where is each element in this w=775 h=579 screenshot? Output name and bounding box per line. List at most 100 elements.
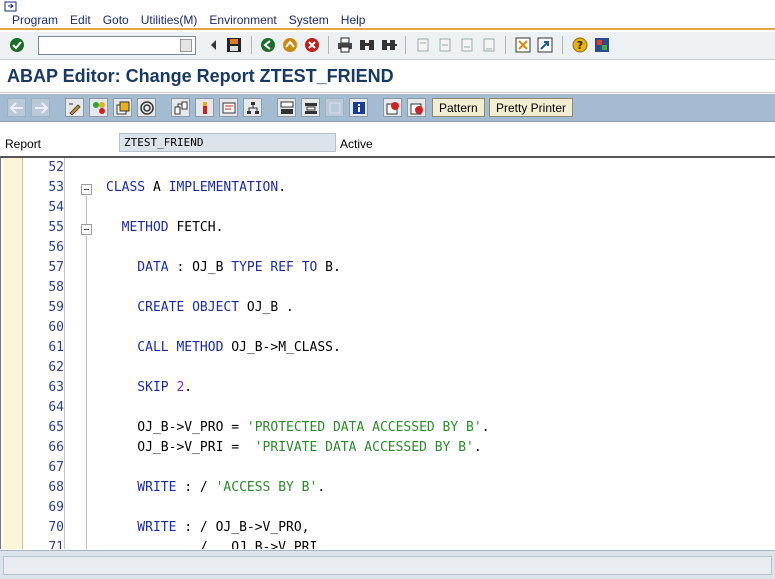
yellow-up-icon[interactable] xyxy=(282,37,298,53)
code-line[interactable]: CALL METHOD OJ_B->M_CLASS. xyxy=(106,340,341,355)
menu-environment[interactable]: Environment xyxy=(209,13,276,27)
upload-icon[interactable] xyxy=(383,98,402,117)
line-number: 53 xyxy=(48,180,64,195)
code-line[interactable]: WRITE : / OJ_B->V_PRO, xyxy=(106,520,309,535)
breakpoint-gutter[interactable] xyxy=(3,158,23,549)
menu-program[interactable]: Program xyxy=(12,13,58,27)
svg-text:?: ? xyxy=(577,39,583,52)
code-line[interactable]: OJ_B->V_PRO = 'PROTECTED DATA ACCESSED B… xyxy=(106,420,490,435)
code-token: . xyxy=(278,180,287,195)
command-field[interactable] xyxy=(38,36,196,55)
module-icon[interactable] xyxy=(301,98,320,117)
customize-layout-icon[interactable] xyxy=(594,37,610,53)
menu-edit[interactable]: Edit xyxy=(70,13,91,27)
code-token: 'ACCESS BY B' xyxy=(215,480,318,495)
code-token: : / xyxy=(184,480,216,495)
code-token: WRITE xyxy=(106,480,185,495)
page-title: ABAP Editor: Change Report ZTEST_FRIEND xyxy=(7,66,394,86)
code-line[interactable]: / OJ_B->V_PRI. xyxy=(106,540,325,549)
floppy-icon[interactable] xyxy=(226,37,242,53)
code-token: OJ_B->M_CLASS. xyxy=(231,340,341,355)
code-editor[interactable]: 52 53 54 55 56 57 58 59 60 61 62 63 64 65 66 67 68 69 70 71… xyxy=(0,156,775,549)
code-token: TYPE REF TO xyxy=(231,260,326,275)
display-change-icon[interactable] xyxy=(65,98,84,117)
line-number: 52 xyxy=(48,160,64,175)
line-number: 56 xyxy=(48,240,64,255)
fold-guide xyxy=(86,196,87,224)
collapse-left-icon[interactable] xyxy=(206,37,222,53)
code-token: / OJ_B->V_PRI. xyxy=(106,540,326,549)
code-token: CREATE OBJECT xyxy=(106,300,247,315)
code-token: METHOD xyxy=(106,220,177,235)
hierarchy-icon[interactable] xyxy=(243,98,262,117)
line-number: 65 xyxy=(48,420,64,435)
code-line[interactable]: DATA : OJ_B TYPE REF TO B. xyxy=(106,260,341,275)
line-number: 62 xyxy=(48,360,64,375)
title-bar: ABAP Editor: Change Report ZTEST_FRIEND xyxy=(0,61,775,93)
where-used-icon[interactable] xyxy=(171,98,190,117)
other-object-icon[interactable] xyxy=(113,98,132,117)
report-header: Report ZTEST_FRIEND Active xyxy=(0,130,775,154)
last-page-icon[interactable] xyxy=(481,37,497,53)
green-circle-arrow-icon[interactable] xyxy=(260,37,276,53)
code-line[interactable]: OJ_B->V_PRI = 'PRIVATE DATA ACCESSED BY … xyxy=(106,440,481,455)
line-number: 68 xyxy=(48,480,64,495)
next-page-icon[interactable] xyxy=(459,37,475,53)
system-menu-icon[interactable] xyxy=(4,1,18,13)
code-token: . xyxy=(184,380,193,395)
code-line[interactable]: CREATE OBJECT OJ_B . xyxy=(106,300,294,315)
fold-toggle-icon[interactable] xyxy=(81,184,92,195)
breakpoint-icon[interactable] xyxy=(277,98,296,117)
line-number: 58 xyxy=(48,280,64,295)
help-icon[interactable]: ? xyxy=(572,37,588,53)
create-session-icon[interactable] xyxy=(515,37,531,53)
menu-goto[interactable]: Goto xyxy=(103,13,129,27)
code-token: . xyxy=(317,480,326,495)
line-number: 66 xyxy=(48,440,64,455)
pattern-button[interactable]: Pattern xyxy=(432,98,485,117)
active-inactive-icon[interactable] xyxy=(89,98,108,117)
code-line[interactable]: METHOD FETCH. xyxy=(106,220,224,235)
code-token: . xyxy=(481,420,490,435)
download-icon[interactable] xyxy=(407,98,426,117)
code-token: DATA xyxy=(106,260,177,275)
pretty-printer-button[interactable]: Pretty Printer xyxy=(489,98,574,117)
first-page-icon[interactable] xyxy=(415,37,431,53)
line-number: 59 xyxy=(48,300,64,315)
find-next-icon[interactable] xyxy=(381,37,397,53)
code-token: OJ_B . xyxy=(246,300,294,315)
activate-icon[interactable] xyxy=(195,98,214,117)
line-number: 64 xyxy=(48,400,64,415)
disabled-frame-icon[interactable] xyxy=(325,98,344,117)
code-token: FETCH. xyxy=(176,220,224,235)
command-input[interactable] xyxy=(39,37,175,54)
status-message xyxy=(3,556,772,575)
line-number: 60 xyxy=(48,320,64,335)
shortcut-icon[interactable] xyxy=(537,37,553,53)
find-icon[interactable] xyxy=(359,37,375,53)
menu-system[interactable]: System xyxy=(289,13,329,27)
menu-help[interactable]: Help xyxy=(341,13,366,27)
check-icon[interactable] xyxy=(9,37,25,53)
line-number: 63 xyxy=(48,380,64,395)
info-icon[interactable] xyxy=(349,98,368,117)
check-syntax-icon[interactable] xyxy=(137,98,156,117)
command-history-icon[interactable] xyxy=(180,39,192,52)
code-token: WRITE xyxy=(106,520,185,535)
code-token: OJ_B->V_PRO = xyxy=(106,420,247,435)
back-arrow-icon[interactable] xyxy=(7,98,26,117)
forward-arrow-icon[interactable] xyxy=(31,98,50,117)
code-token: A xyxy=(152,180,169,195)
line-number: 54 xyxy=(48,200,64,215)
test-icon[interactable] xyxy=(219,98,238,117)
fold-toggle-icon[interactable] xyxy=(81,224,92,235)
report-label: Report xyxy=(5,137,42,151)
red-x-icon[interactable] xyxy=(304,37,320,53)
previous-page-icon[interactable] xyxy=(437,37,453,53)
code-line[interactable]: SKIP 2. xyxy=(106,380,192,395)
menu-utilities[interactable]: Utilities(M) xyxy=(141,13,198,27)
code-line[interactable]: CLASS A IMPLEMENTATION. xyxy=(106,180,286,195)
application-toolbar: Pattern Pretty Printer xyxy=(0,94,775,122)
code-line[interactable]: WRITE : / 'ACCESS BY B'. xyxy=(106,480,325,495)
printer-icon[interactable] xyxy=(337,37,353,53)
